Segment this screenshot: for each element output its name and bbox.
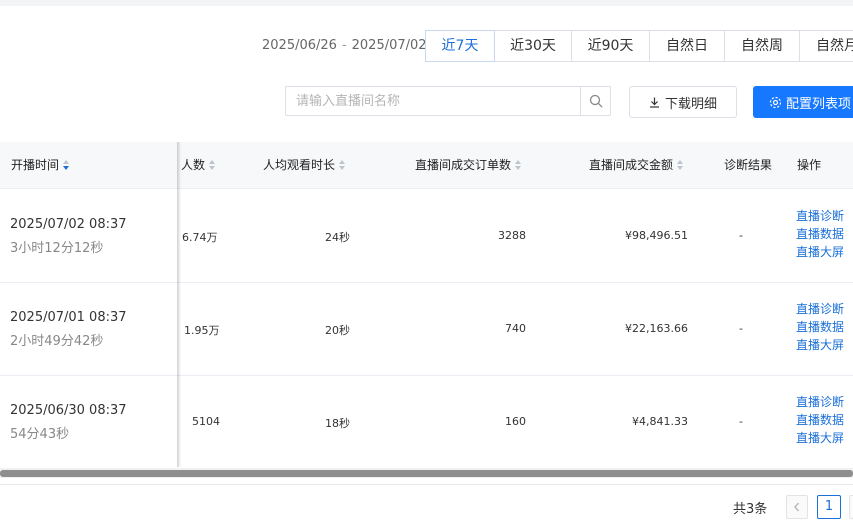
row-actions: 直播诊断 直播数据 直播大屏 [796,393,844,447]
download-icon [649,97,659,108]
avg-watch-value: 24秒 [325,231,350,244]
column-avg-watch-label: 人均观看时长 [263,158,336,172]
column-orders[interactable]: 直播间成交订单数 [415,142,523,188]
live-duration: 2小时49分42秒 [10,334,104,349]
avg-watch-value: 20秒 [325,324,350,337]
next-page-button[interactable] [849,495,853,519]
gmv-value: ¥4,841.33 [632,415,688,428]
gear-icon [769,96,782,108]
tab-natural-day[interactable]: 自然日 [649,30,725,62]
configure-columns-button[interactable]: 配置列表项 [753,86,853,118]
live-duration: 3小时12分12秒 [10,241,104,256]
column-gmv-label: 直播间成交金额 [589,158,674,172]
column-gmv[interactable]: 直播间成交金额 [589,142,685,188]
viewers-value: 6.74万 [182,231,218,244]
viewers-value: 5104 [192,415,220,428]
live-diagnosis-link[interactable]: 直播诊断 [796,207,844,225]
date-separator: - [341,38,347,53]
orders-value: 740 [505,322,526,335]
table-row: 2025/06/30 08:37 54分43秒 5104 18秒 160 ¥4,… [0,375,853,469]
tab-last-90-days[interactable]: 近90天 [571,30,650,62]
row-actions: 直播诊断 直播数据 直播大屏 [796,300,844,354]
fixed-column-shadow [177,142,181,467]
table-row: 2025/07/02 08:37 3小时12分12秒 6.74万 24秒 328… [0,189,853,283]
diagnosis-value: - [739,229,743,242]
search-input[interactable] [286,87,580,115]
period-tabs: 近7天 近30天 近90天 自然日 自然周 自然月 [425,30,853,62]
diagnosis-value: - [739,415,743,428]
live-data-link[interactable]: 直播数据 [796,225,844,243]
tab-last-30-days[interactable]: 近30天 [494,30,572,62]
prev-page-button[interactable] [786,495,808,519]
search-icon [589,94,603,108]
live-session-table: 开播时间 人数 人均观看时长 直播间成交订单数 直播间成交金额 诊断结果 操作 … [0,142,853,472]
live-diagnosis-link[interactable]: 直播诊断 [796,393,844,411]
table-header: 开播时间 人数 人均观看时长 直播间成交订单数 直播间成交金额 诊断结果 操作 [0,142,853,189]
column-diagnosis: 诊断结果 [724,158,773,172]
date-range-display[interactable]: 2025/06/26-2025/07/02 [262,38,427,53]
sort-caret-icon[interactable] [677,159,685,170]
tab-last-7-days[interactable]: 近7天 [425,30,495,62]
horizontal-scrollbar-thumb[interactable] [0,470,853,477]
live-big-screen-link[interactable]: 直播大屏 [796,243,844,261]
sort-caret-icon[interactable] [339,159,347,170]
sort-caret-icon[interactable] [63,159,71,170]
gmv-value: ¥22,163.66 [625,322,688,335]
live-data-link[interactable]: 直播数据 [796,411,844,429]
chevron-left-icon [794,502,799,512]
config-label: 配置列表项 [786,96,852,112]
live-big-screen-link[interactable]: 直播大屏 [796,429,844,447]
column-avg-watch-time[interactable]: 人均观看时长 [263,142,347,188]
start-time: 2025/07/01 08:37 [10,310,127,325]
top-band [0,0,853,6]
gmv-value: ¥98,496.51 [625,229,688,242]
live-big-screen-link[interactable]: 直播大屏 [796,336,844,354]
start-time: 2025/07/02 08:37 [10,217,127,232]
avg-watch-value: 18秒 [325,417,350,430]
date-end: 2025/07/02 [351,38,427,53]
column-viewers-label: 人数 [181,158,206,172]
live-duration: 54分43秒 [10,427,70,442]
row-actions: 直播诊断 直播数据 直播大屏 [796,207,844,261]
viewers-value: 1.95万 [184,324,220,337]
download-label: 下载明细 [664,96,717,112]
start-time: 2025/06/30 08:37 [10,403,127,418]
search-button[interactable] [581,87,611,115]
diagnosis-value: - [739,322,743,335]
download-details-button[interactable]: 下载明细 [629,86,737,118]
divider [0,484,853,485]
total-count: 共3条 [733,502,768,517]
column-actions: 操作 [797,158,822,172]
tab-natural-week[interactable]: 自然周 [724,30,800,62]
column-start-time-label: 开播时间 [11,158,60,172]
sort-caret-icon[interactable] [209,159,217,170]
sort-caret-icon[interactable] [515,159,523,170]
table-row: 2025/07/01 08:37 2小时49分42秒 1.95万 20秒 740… [0,282,853,376]
page-number-current[interactable]: 1 [817,495,841,519]
orders-value: 160 [505,415,526,428]
tab-natural-month[interactable]: 自然月 [799,30,853,62]
live-diagnosis-link[interactable]: 直播诊断 [796,300,844,318]
column-start-time[interactable]: 开播时间 [11,142,71,188]
column-orders-label: 直播间成交订单数 [415,158,512,172]
room-search [285,86,611,116]
column-viewers[interactable]: 人数 [181,142,217,188]
live-data-link[interactable]: 直播数据 [796,318,844,336]
orders-value: 3288 [498,229,526,242]
date-start: 2025/06/26 [262,38,337,53]
